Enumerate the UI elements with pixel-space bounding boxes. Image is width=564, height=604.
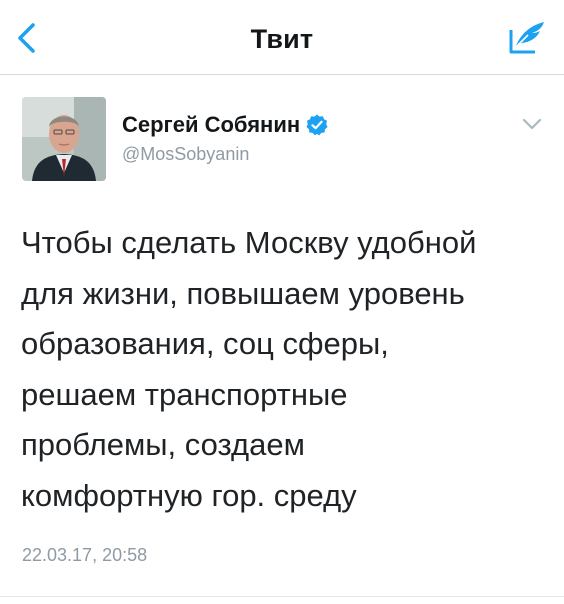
tweet-text-line: Чтобы сделать Москву удобной — [21, 225, 477, 260]
compose-tweet-icon — [509, 22, 544, 54]
tweet-menu-button[interactable] — [519, 112, 545, 136]
tweet-timestamp: 22.03.17, 20:58 — [22, 545, 148, 565]
tweet-text-line: для жизни, повышаем уровень — [21, 275, 465, 311]
author-name: Сергей Собянин — [122, 112, 301, 137]
verified-badge-icon — [306, 114, 328, 136]
avatar[interactable] — [22, 97, 106, 181]
compose-tweet-button[interactable] — [502, 16, 552, 60]
tweet-text-line: комфортную гор. среду — [21, 477, 357, 513]
chevron-down-icon — [522, 118, 542, 130]
author-handle[interactable]: @MosSobyanin — [122, 144, 249, 165]
divider — [0, 596, 564, 597]
author-name-row[interactable]: Сергей Собянин — [122, 110, 329, 140]
tweet-header: Сергей Собянин @MosSobyanin — [22, 97, 542, 187]
avatar-photo — [22, 97, 106, 181]
tweet-text-line: проблемы, создаем — [21, 427, 305, 462]
tweet-text-line: решаем транспортные — [21, 376, 348, 412]
tweet-text: Чтобы сделать Москву удобной для жизни, … — [21, 218, 541, 521]
tweet-text-line: образования, соц сферы, — [21, 326, 389, 361]
page-title: Твит — [250, 24, 314, 54]
navigation-bar: Твит — [0, 0, 564, 75]
